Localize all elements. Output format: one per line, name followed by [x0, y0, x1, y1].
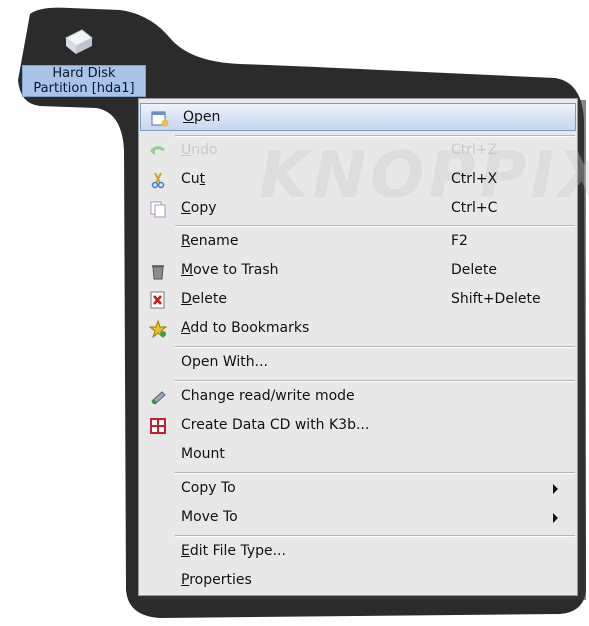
menu-item-copy[interactable]: Copy Ctrl+C	[139, 195, 577, 223]
menu-item-label: Cut	[181, 171, 206, 187]
bookmark-star-icon	[149, 320, 167, 338]
menu-item-properties[interactable]: Properties	[139, 567, 577, 595]
cut-icon	[151, 172, 165, 189]
menu-separator	[175, 346, 575, 348]
menu-item-mount[interactable]: Mount	[139, 441, 577, 469]
menu-item-label: Copy	[181, 200, 217, 216]
menu-item-label: Properties	[181, 572, 252, 588]
icon-label-line2: Partition [hda1]	[33, 81, 135, 96]
menu-item-label: Undo	[181, 142, 218, 158]
menu-item-label: Open With...	[181, 354, 268, 370]
menu-item-label: Edit File Type...	[181, 543, 286, 559]
menu-item-move-to-trash[interactable]: Move to Trash Delete	[139, 257, 577, 285]
k3b-icon	[150, 418, 166, 434]
menu-item-shortcut: Ctrl+X	[451, 171, 498, 187]
menu-item-change-rw-mode[interactable]: Change read/write mode	[139, 383, 577, 411]
submenu-arrow-icon	[553, 484, 558, 494]
menu-item-label: Create Data CD with K3b...	[181, 417, 370, 433]
copy-icon	[150, 201, 166, 218]
menu-item-undo[interactable]: Undo Ctrl+Z	[139, 137, 577, 165]
menu-item-label: Rename	[181, 233, 239, 249]
undo-icon	[150, 146, 165, 155]
menu-item-edit-file-type[interactable]: Edit File Type...	[139, 538, 577, 566]
menu-item-cut[interactable]: Cut Ctrl+X	[139, 166, 577, 194]
desktop-icon-label[interactable]: Hard Disk Partition [hda1]	[22, 65, 146, 97]
menu-item-label: Move to Trash	[181, 262, 279, 278]
menu-item-create-data-cd[interactable]: Create Data CD with K3b...	[139, 412, 577, 440]
menu-item-shortcut: F2	[451, 233, 468, 249]
submenu-arrow-icon	[553, 513, 558, 523]
icon-label-line1: Hard Disk	[52, 66, 116, 81]
menu-item-move-to[interactable]: Move To	[139, 504, 577, 532]
menu-item-label: Move To	[181, 509, 238, 525]
menu-item-label: Open	[183, 109, 221, 125]
rw-mode-icon	[151, 391, 166, 405]
menu-item-label: Mount	[181, 446, 225, 462]
menu-separator	[175, 535, 575, 537]
menu-item-shortcut: Shift+Delete	[451, 291, 541, 307]
menu-item-open[interactable]: Open	[140, 103, 576, 131]
menu-separator	[175, 472, 575, 474]
trash-icon	[152, 265, 164, 280]
menu-item-label: Delete	[181, 291, 227, 307]
menu-separator	[175, 225, 575, 227]
menu-item-add-to-bookmarks[interactable]: Add to Bookmarks	[139, 315, 577, 343]
context-menu: KNOPPIX Open Undo Ctrl+Z Cut Ctrl+X Copy…	[138, 98, 589, 596]
menu-item-shortcut: Ctrl+Z	[451, 142, 498, 158]
delete-icon	[150, 291, 165, 309]
menu-item-label: Add to Bookmarks	[181, 320, 310, 336]
menu-item-label: Change read/write mode	[181, 388, 355, 404]
menu-item-shortcut: Delete	[451, 262, 497, 278]
menu-item-copy-to[interactable]: Copy To	[139, 475, 577, 503]
menu-item-delete[interactable]: Delete Shift+Delete	[139, 286, 577, 314]
menu-separator	[175, 380, 575, 382]
menu-item-rename[interactable]: Rename F2	[139, 228, 577, 256]
hard-disk-icon[interactable]	[58, 22, 98, 62]
menu-item-open-with[interactable]: Open With...	[139, 349, 577, 377]
menu-item-label: Copy To	[181, 480, 236, 496]
open-icon	[151, 111, 169, 127]
menu-item-shortcut: Ctrl+C	[451, 200, 498, 216]
